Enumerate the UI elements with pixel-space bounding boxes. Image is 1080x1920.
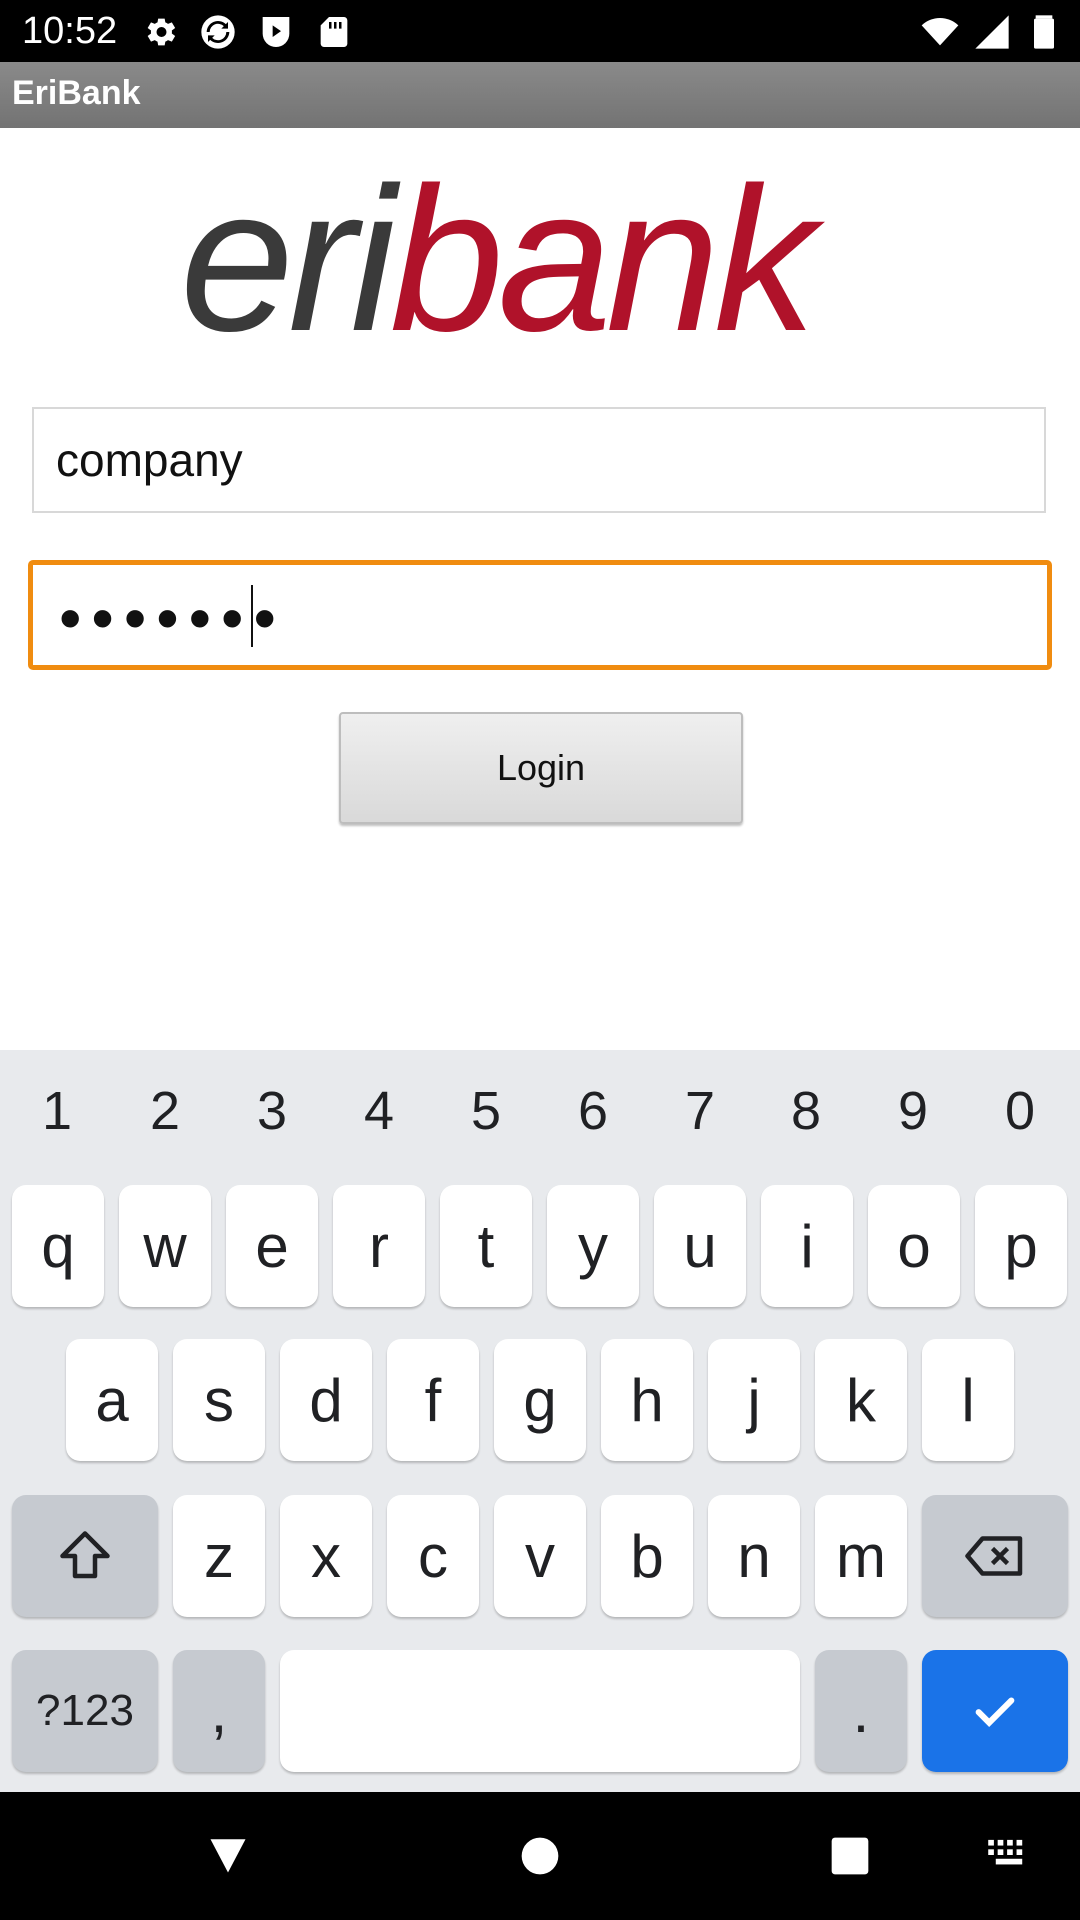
cell-signal-icon <box>975 15 1009 49</box>
shift-icon <box>60 1531 110 1579</box>
key-d[interactable]: d <box>280 1339 372 1461</box>
key-c[interactable]: c <box>387 1495 479 1617</box>
key-5[interactable]: 5 <box>433 1080 539 1142</box>
login-button[interactable]: Login <box>339 712 743 824</box>
key-0[interactable]: 0 <box>967 1080 1073 1142</box>
soft-keyboard: 1 2 3 4 5 6 7 8 9 0 q w e r t y u i o p … <box>0 1050 1080 1792</box>
key-o[interactable]: o <box>868 1185 960 1307</box>
key-b[interactable]: b <box>601 1495 693 1617</box>
play-store-icon <box>262 17 290 47</box>
eribank-logo: eribank <box>180 157 900 362</box>
key-4[interactable]: 4 <box>326 1080 432 1142</box>
keyboard-switch-icon[interactable] <box>986 1838 1032 1872</box>
key-m[interactable]: m <box>815 1495 907 1617</box>
logo-eri-text: eri <box>180 145 396 374</box>
symbols-key[interactable]: ?123 <box>12 1650 158 1772</box>
check-icon <box>975 1697 1015 1727</box>
sync-icon <box>201 15 235 49</box>
key-y[interactable]: y <box>547 1185 639 1307</box>
key-g[interactable]: g <box>494 1339 586 1461</box>
key-r[interactable]: r <box>333 1185 425 1307</box>
key-u[interactable]: u <box>654 1185 746 1307</box>
key-f[interactable]: f <box>387 1339 479 1461</box>
app-title: EriBank <box>12 74 141 112</box>
key-x[interactable]: x <box>280 1495 372 1617</box>
key-j[interactable]: j <box>708 1339 800 1461</box>
key-z[interactable]: z <box>173 1495 265 1617</box>
backspace-icon <box>965 1536 1023 1576</box>
key-a[interactable]: a <box>66 1339 158 1461</box>
key-8[interactable]: 8 <box>753 1080 859 1142</box>
key-p[interactable]: p <box>975 1185 1067 1307</box>
recents-icon[interactable] <box>830 1836 870 1876</box>
key-9[interactable]: 9 <box>860 1080 966 1142</box>
shift-key[interactable] <box>12 1495 158 1617</box>
key-1[interactable]: 1 <box>4 1080 110 1142</box>
key-k[interactable]: k <box>815 1339 907 1461</box>
keyboard-number-row: 1 2 3 4 5 6 7 8 9 0 <box>0 1080 1080 1160</box>
key-h[interactable]: h <box>601 1339 693 1461</box>
key-l[interactable]: l <box>922 1339 1014 1461</box>
key-n[interactable]: n <box>708 1495 800 1617</box>
sd-card-icon <box>320 17 348 47</box>
app-bar: EriBank <box>0 62 1080 128</box>
key-t[interactable]: t <box>440 1185 532 1307</box>
text-cursor <box>251 585 253 647</box>
backspace-key[interactable] <box>922 1495 1068 1617</box>
logo-bank-text: bank <box>389 145 817 374</box>
wifi-icon <box>921 18 959 46</box>
status-notification-icons <box>140 12 354 52</box>
key-3[interactable]: 3 <box>219 1080 325 1142</box>
back-icon[interactable] <box>206 1834 250 1876</box>
navigation-bar <box>0 1792 1080 1920</box>
key-v[interactable]: v <box>494 1495 586 1617</box>
space-key[interactable] <box>280 1650 800 1772</box>
key-e[interactable]: e <box>226 1185 318 1307</box>
key-6[interactable]: 6 <box>540 1080 646 1142</box>
status-bar: 10:52 <box>0 0 1080 62</box>
username-value: company <box>56 434 243 486</box>
password-field[interactable]: ••••••• <box>28 560 1052 670</box>
key-2[interactable]: 2 <box>112 1080 218 1142</box>
status-time: 10:52 <box>22 10 118 52</box>
enter-key[interactable] <box>922 1650 1068 1772</box>
key-7[interactable]: 7 <box>647 1080 753 1142</box>
period-key[interactable]: . <box>815 1650 907 1772</box>
gear-icon <box>147 18 176 46</box>
comma-key[interactable]: , <box>173 1650 265 1772</box>
key-s[interactable]: s <box>173 1339 265 1461</box>
key-i[interactable]: i <box>761 1185 853 1307</box>
username-field[interactable]: company <box>32 407 1046 513</box>
status-system-icons <box>920 12 1064 52</box>
key-q[interactable]: q <box>12 1185 104 1307</box>
home-icon[interactable] <box>520 1836 560 1876</box>
battery-icon <box>1034 15 1054 49</box>
key-w[interactable]: w <box>119 1185 211 1307</box>
